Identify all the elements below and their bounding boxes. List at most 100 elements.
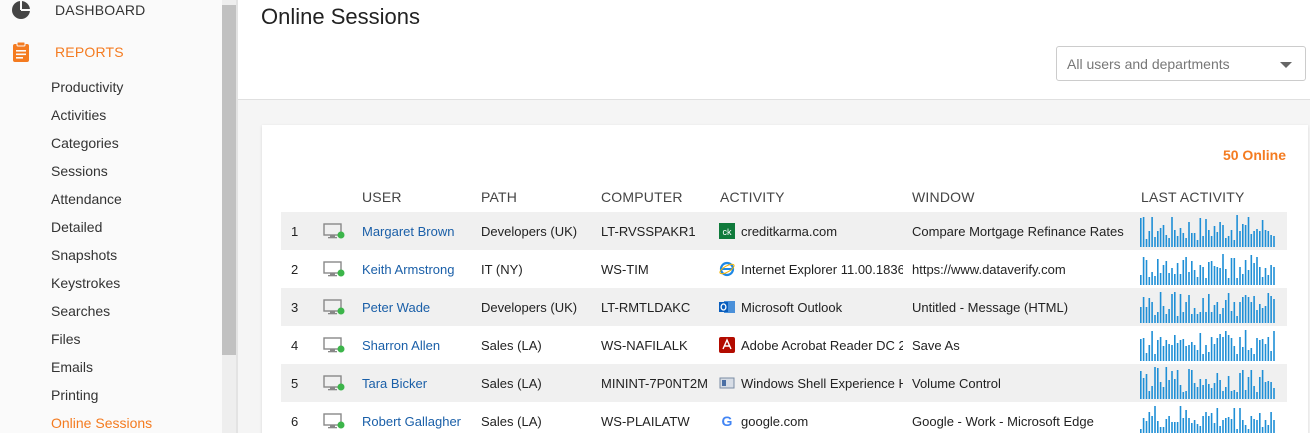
column-header-path[interactable]: PATH — [481, 189, 517, 205]
activity-bar — [1191, 370, 1193, 399]
activity-bar — [1202, 354, 1204, 361]
activity-cell: Windows Shell Experience H — [741, 376, 903, 391]
activity-bar — [1205, 379, 1207, 399]
sidebar-item-productivity[interactable]: Productivity — [0, 73, 222, 101]
activity-bar — [1264, 420, 1267, 433]
activity-bar — [1225, 300, 1227, 323]
activity-bar — [1196, 240, 1199, 247]
sidebar-item-files[interactable]: Files — [0, 325, 222, 353]
activity-bar — [1182, 260, 1185, 285]
activity-bar — [1171, 294, 1173, 323]
sidebar-item-searches[interactable]: Searches — [0, 297, 222, 325]
activity-bar — [1264, 344, 1267, 361]
sidebar-item-printing[interactable]: Printing — [0, 381, 222, 409]
activity-bar — [1159, 292, 1162, 323]
activity-bar — [1270, 351, 1272, 361]
user-link[interactable]: Tara Bicker — [362, 376, 427, 391]
activity-bar — [1205, 412, 1207, 433]
sidebar-item-detailed[interactable]: Detailed — [0, 213, 222, 241]
table-row[interactable]: 2 Keith Armstrong IT (NY) WS-TIM Interne… — [281, 250, 1287, 288]
activity-bar — [1236, 215, 1238, 247]
activity-bar — [1261, 339, 1264, 361]
table-row[interactable]: 6 Robert Gallagher Sales (LA) WS-PLAILAT… — [281, 402, 1287, 433]
nav-dashboard[interactable]: DASHBOARD — [0, 0, 222, 26]
activity-bar — [1247, 429, 1250, 433]
department-filter-select[interactable]: All users and departments — [1056, 46, 1306, 81]
activity-bar — [1242, 370, 1244, 399]
row-number: 5 — [291, 376, 299, 391]
activity-bar — [1253, 231, 1255, 247]
sidebar-item-activities[interactable]: Activities — [0, 101, 222, 129]
activity-bar — [1168, 309, 1170, 323]
activity-bar — [1196, 350, 1199, 361]
activity-bar — [1259, 304, 1261, 323]
nav-reports[interactable]: REPORTS — [0, 36, 222, 68]
sidebar-item-online-sessions[interactable]: Online Sessions — [0, 409, 222, 433]
activity-bar — [1233, 302, 1236, 323]
sidebar-item-keystrokes[interactable]: Keystrokes — [0, 269, 222, 297]
activity-bar — [1179, 294, 1182, 323]
monitor-online-icon — [323, 413, 345, 429]
activity-bar — [1191, 423, 1193, 433]
activity-bar — [1208, 230, 1210, 247]
activity-bar — [1168, 380, 1170, 399]
creditkarma-icon: ck — [719, 223, 735, 239]
activity-bar — [1244, 260, 1247, 285]
last-activity-sparkline — [1140, 406, 1275, 433]
activity-bar — [1247, 217, 1250, 247]
activity-bar — [1188, 222, 1190, 247]
activity-bar — [1145, 239, 1148, 247]
activity-bar — [1242, 224, 1244, 247]
column-header-user[interactable]: USER — [362, 189, 402, 205]
path-cell: Sales (LA) — [481, 338, 542, 353]
activity-bar — [1142, 418, 1145, 433]
activity-bar — [1142, 217, 1145, 247]
table-row[interactable]: 5 Tara Bicker Sales (LA) MININT-7P0NT2M … — [281, 364, 1287, 402]
user-link[interactable]: Peter Wade — [362, 300, 430, 315]
activity-bar — [1216, 302, 1219, 323]
window-cell: Google - Work - Microsoft Edge — [912, 414, 1094, 429]
activity-bar — [1247, 297, 1250, 323]
table-row[interactable]: 3 Peter Wade Developers (UK) LT-RMTLDAKC… — [281, 288, 1287, 326]
activity-bar — [1216, 373, 1219, 399]
activity-bar — [1185, 257, 1187, 285]
activity-bar — [1261, 220, 1264, 247]
activity-bar — [1162, 306, 1165, 323]
user-link[interactable]: Robert Gallagher — [362, 414, 461, 429]
sidebar-item-categories[interactable]: Categories — [0, 129, 222, 157]
activity-bar — [1210, 413, 1213, 433]
activity-bar — [1239, 373, 1241, 399]
activity-bar — [1273, 299, 1275, 323]
activity-bar — [1157, 259, 1159, 285]
table-row[interactable]: 4 Sharron Allen Sales (LA) WS-NAFILALK A… — [281, 326, 1287, 364]
activity-bar — [1250, 370, 1253, 399]
activity-bar — [1176, 343, 1179, 361]
activity-bar — [1213, 226, 1216, 247]
activity-bar — [1250, 234, 1253, 247]
activity-bar — [1222, 254, 1224, 285]
column-header-last-activity[interactable]: LAST ACTIVITY — [1141, 189, 1245, 205]
sidebar-item-sessions[interactable]: Sessions — [0, 157, 222, 185]
activity-bar — [1264, 306, 1267, 323]
activity-bar — [1151, 416, 1153, 433]
activity-bar — [1193, 270, 1196, 285]
activity-bar — [1196, 277, 1199, 285]
sidebar-item-snapshots[interactable]: Snapshots — [0, 241, 222, 269]
user-link[interactable]: Sharron Allen — [362, 338, 440, 353]
column-header-computer[interactable]: COMPUTER — [601, 189, 683, 205]
activity-bar — [1151, 386, 1153, 399]
activity-bar — [1208, 262, 1210, 285]
table-row[interactable]: 1 Margaret Brown Developers (UK) LT-RVSS… — [281, 212, 1287, 250]
sidebar-scrollbar-thumb[interactable] — [222, 5, 236, 355]
sidebar-item-emails[interactable]: Emails — [0, 353, 222, 381]
user-link[interactable]: Margaret Brown — [362, 224, 454, 239]
column-header-window[interactable]: WINDOW — [912, 189, 975, 205]
user-link[interactable]: Keith Armstrong — [362, 262, 455, 277]
activity-bar — [1227, 278, 1230, 285]
activity-bar — [1165, 367, 1168, 399]
activity-bar — [1213, 383, 1216, 399]
sidebar-item-attendance[interactable]: Attendance — [0, 185, 222, 213]
column-header-activity[interactable]: ACTIVITY — [720, 189, 785, 205]
activity-bar — [1205, 278, 1207, 285]
activity-bar — [1145, 353, 1148, 361]
